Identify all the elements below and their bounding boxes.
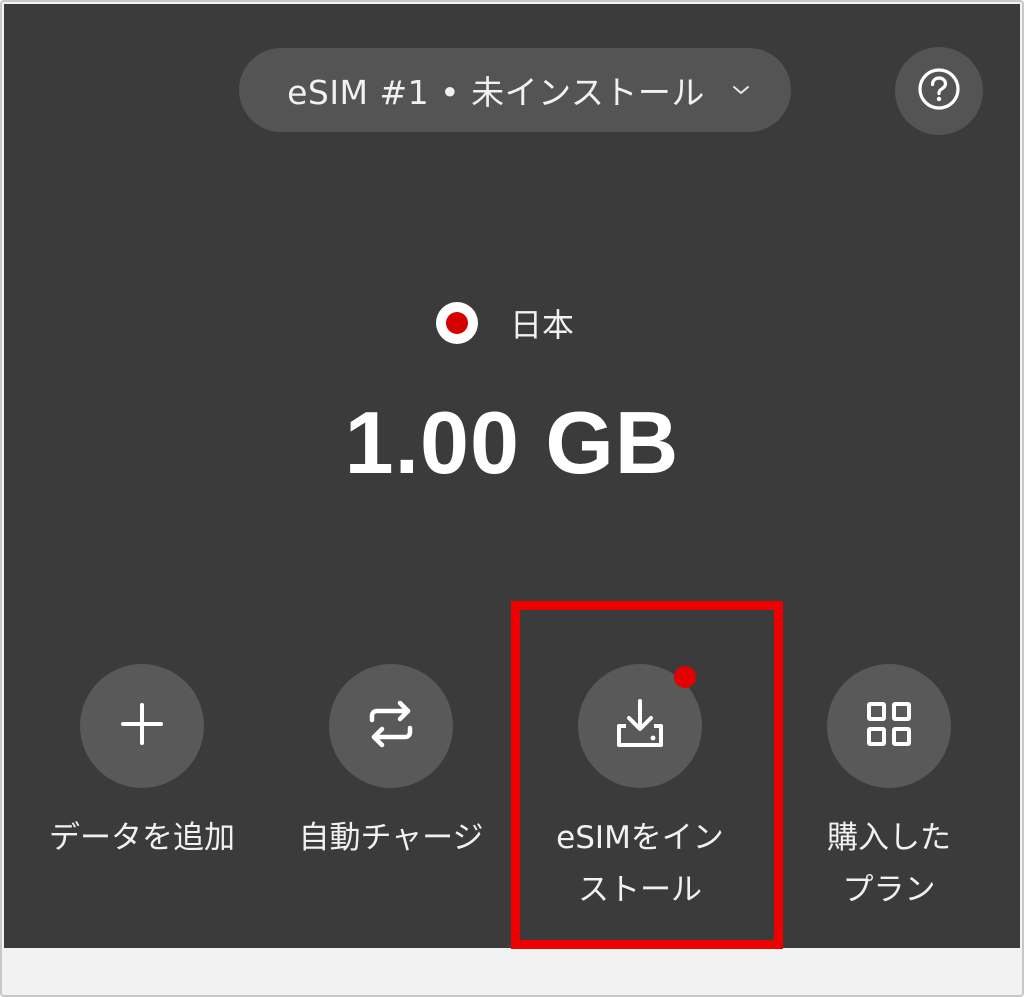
repeat-icon [366,699,416,753]
add-data-circle [80,664,204,788]
country-row: 日本 [4,300,1020,346]
purchased-plans-circle [827,664,951,788]
purchased-plans-label: 購入した プラン [827,820,951,908]
grid-icon [865,700,913,752]
auto-charge-label: 自動チャージ [298,820,484,856]
download-icon [612,698,668,754]
purchased-plans-button[interactable]: 購入した プラン [764,664,1014,916]
country-name: 日本 [509,306,574,344]
help-button[interactable] [895,47,983,135]
install-esim-circle [578,664,702,788]
japan-flag-icon [435,302,478,344]
install-esim-label: eSIMをイン ストール [556,820,724,908]
auto-charge-circle [329,664,453,788]
esim-screen: eSIM #1 • 未インストール 日本 1.00 GB データを追加 自動チャ… [4,4,1020,949]
chevron-down-icon [727,76,755,104]
notification-badge [674,666,696,688]
esim-selector-label: eSIM #1 • 未インストール [287,73,705,112]
data-remaining: 1.00 GB [344,393,680,492]
auto-charge-button[interactable]: 自動チャージ [266,664,516,864]
add-data-label: データを追加 [49,820,235,856]
install-esim-button[interactable]: eSIMをイン ストール [515,664,765,916]
screenshot-frame: eSIM #1 • 未インストール 日本 1.00 GB データを追加 自動チャ… [0,0,1024,997]
add-data-button[interactable]: データを追加 [17,664,267,864]
plus-icon [119,701,165,751]
question-mark-icon [916,66,962,116]
esim-selector-dropdown[interactable]: eSIM #1 • 未インストール [239,48,791,132]
